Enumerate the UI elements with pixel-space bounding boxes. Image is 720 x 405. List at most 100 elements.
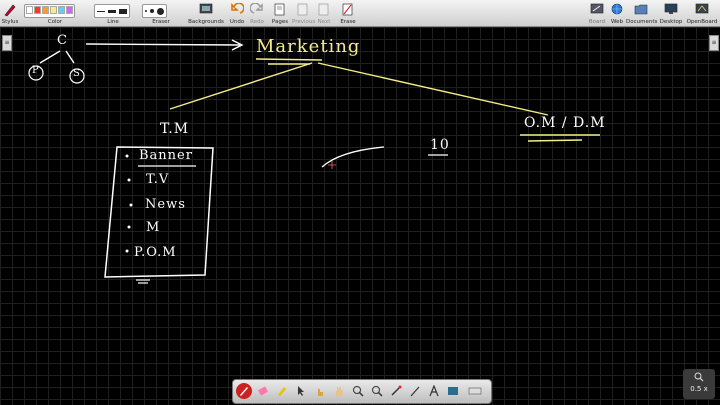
bullet-1 <box>125 154 129 158</box>
eraser-medium[interactable] <box>150 9 154 13</box>
eraser-dock-tool[interactable] <box>255 383 271 399</box>
hand-tool[interactable] <box>331 383 347 399</box>
erase-icon <box>342 3 353 16</box>
list-item-pom: P.O.M <box>134 245 177 260</box>
eraser-large[interactable] <box>157 7 164 15</box>
pages-label: Pages <box>271 19 289 25</box>
erase-button[interactable]: Erase <box>338 0 358 26</box>
capture-tool[interactable] <box>445 383 461 399</box>
backgrounds-label: Backgrounds <box>188 19 224 25</box>
undo-button[interactable]: Undo <box>228 0 246 26</box>
text-tool[interactable] <box>426 383 442 399</box>
color-swatch-2[interactable] <box>42 6 49 14</box>
marketing-title: Marketing <box>256 36 361 57</box>
laser-pointer-tool[interactable] <box>388 383 404 399</box>
pages-button[interactable]: Pages <box>270 0 290 26</box>
color-swatch-3[interactable] <box>50 6 57 14</box>
next-label: Next <box>317 19 331 25</box>
eraser-icon <box>258 386 268 396</box>
line-thick[interactable] <box>119 8 127 14</box>
list-item-banner: Banner <box>139 148 193 163</box>
list-item-news: News <box>145 197 186 212</box>
line-draw-icon <box>410 386 420 397</box>
eraser-size-options[interactable] <box>142 4 167 18</box>
undo-icon <box>231 3 244 14</box>
openboard-label: OpenBoard <box>686 19 718 25</box>
hand-icon <box>336 387 343 396</box>
line-width-options[interactable] <box>94 4 130 18</box>
erase-label: Erase <box>340 19 356 25</box>
omdm-label: O.M / D.M <box>524 115 606 131</box>
node-c: C <box>57 33 68 48</box>
color-swatch-1[interactable] <box>34 6 41 14</box>
color-swatch-4[interactable] <box>58 6 65 14</box>
keyboard-icon <box>468 387 482 395</box>
line-medium[interactable] <box>108 9 116 13</box>
color-swatches[interactable] <box>24 4 75 18</box>
board-button[interactable]: Board <box>586 0 608 26</box>
previous-label: Previous <box>292 19 316 25</box>
eraser-small[interactable] <box>145 10 147 12</box>
documents-folder-icon <box>634 4 648 15</box>
next-icon <box>318 3 329 16</box>
openboard-logo-icon <box>695 3 709 14</box>
arrow-line <box>85 43 241 46</box>
pen-tool[interactable] <box>236 383 252 399</box>
backgrounds-icon <box>199 3 213 14</box>
color-swatch-5[interactable] <box>66 6 73 14</box>
desktop-button[interactable]: Desktop <box>657 0 685 26</box>
web-globe-icon <box>611 3 623 15</box>
marketing-underline <box>255 58 323 61</box>
color-swatch-0[interactable] <box>26 6 33 14</box>
backgrounds-button[interactable]: Backgrounds <box>188 0 224 26</box>
next-button[interactable]: Next <box>315 0 333 26</box>
selector-tool[interactable] <box>293 383 309 399</box>
desktop-monitor-icon <box>664 3 678 14</box>
board-label: Board <box>588 19 606 25</box>
magnifier-minus-icon <box>372 386 383 397</box>
color-label: Color <box>47 19 63 25</box>
highlighter-tool[interactable] <box>274 383 290 399</box>
line-thin[interactable] <box>97 10 105 12</box>
previous-icon <box>297 3 308 16</box>
stylus-icon <box>4 4 16 17</box>
whiteboard-canvas[interactable]: ≡ ≡ C P S Marketing T.M O.M / D.M 10 Ban… <box>0 27 720 405</box>
line-draw-tool[interactable] <box>407 383 423 399</box>
previous-button[interactable]: Previous <box>292 0 316 26</box>
web-button[interactable]: Web <box>608 0 626 26</box>
tool-dock <box>232 379 492 404</box>
omdm-underline-2 <box>527 139 583 142</box>
eraser-tool[interactable]: Eraser <box>140 0 182 26</box>
stylus-tool[interactable]: Stylus <box>0 0 20 26</box>
line-label: Line <box>107 19 119 25</box>
zoom-indicator: 0.5 x <box>683 369 715 399</box>
ten-label: 10 <box>430 137 450 153</box>
list-item-m: M <box>146 220 161 235</box>
branch-to-omdm <box>317 62 549 116</box>
redo-button[interactable]: Redo <box>248 0 266 26</box>
zoom-out-tool[interactable] <box>369 383 385 399</box>
openboard-button[interactable]: OpenBoard <box>685 0 719 26</box>
curve-stroke <box>321 146 385 168</box>
documents-label: Documents <box>626 19 658 25</box>
documents-button[interactable]: Documents <box>626 0 658 26</box>
capture-icon <box>448 387 458 395</box>
bullet-3 <box>129 203 133 207</box>
magnifier-plus-icon <box>353 386 364 397</box>
laser-pointer-icon <box>391 385 402 396</box>
line-tool[interactable]: Line <box>92 0 134 26</box>
eraser-label: Eraser <box>152 19 170 25</box>
keyboard-tool[interactable] <box>467 383 483 399</box>
redo-icon <box>250 3 263 14</box>
c-to-p-stroke <box>39 50 61 64</box>
zoom-in-tool[interactable] <box>350 383 366 399</box>
interact-tool[interactable] <box>312 383 328 399</box>
highlighter-icon <box>278 387 286 396</box>
redo-label: Redo <box>250 19 264 25</box>
tm-label: T.M <box>160 121 190 137</box>
hand-pointer-icon <box>318 389 323 396</box>
color-tool[interactable]: Color <box>22 0 88 26</box>
desktop-label: Desktop <box>659 19 683 25</box>
undo-label: Undo <box>229 19 245 25</box>
bullet-4 <box>127 225 131 229</box>
